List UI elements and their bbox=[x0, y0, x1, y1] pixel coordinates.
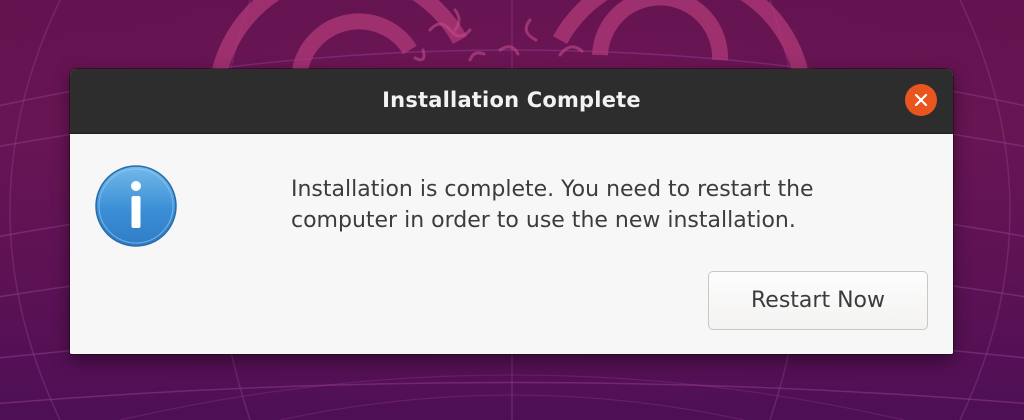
dialog-titlebar[interactable]: Installation Complete bbox=[70, 69, 953, 134]
dialog-title: Installation Complete bbox=[382, 88, 641, 112]
restart-now-button[interactable]: Restart Now bbox=[708, 271, 928, 330]
dialog-content: Installation is complete. You need to re… bbox=[70, 134, 953, 354]
dialog-message: Installation is complete. You need to re… bbox=[291, 177, 814, 233]
close-icon bbox=[914, 93, 928, 107]
info-icon bbox=[95, 165, 177, 247]
close-button[interactable] bbox=[905, 84, 937, 116]
installation-complete-dialog: Installation Complete Installation is co… bbox=[70, 69, 953, 354]
desktop: Installation Complete Installation is co… bbox=[0, 0, 1024, 420]
